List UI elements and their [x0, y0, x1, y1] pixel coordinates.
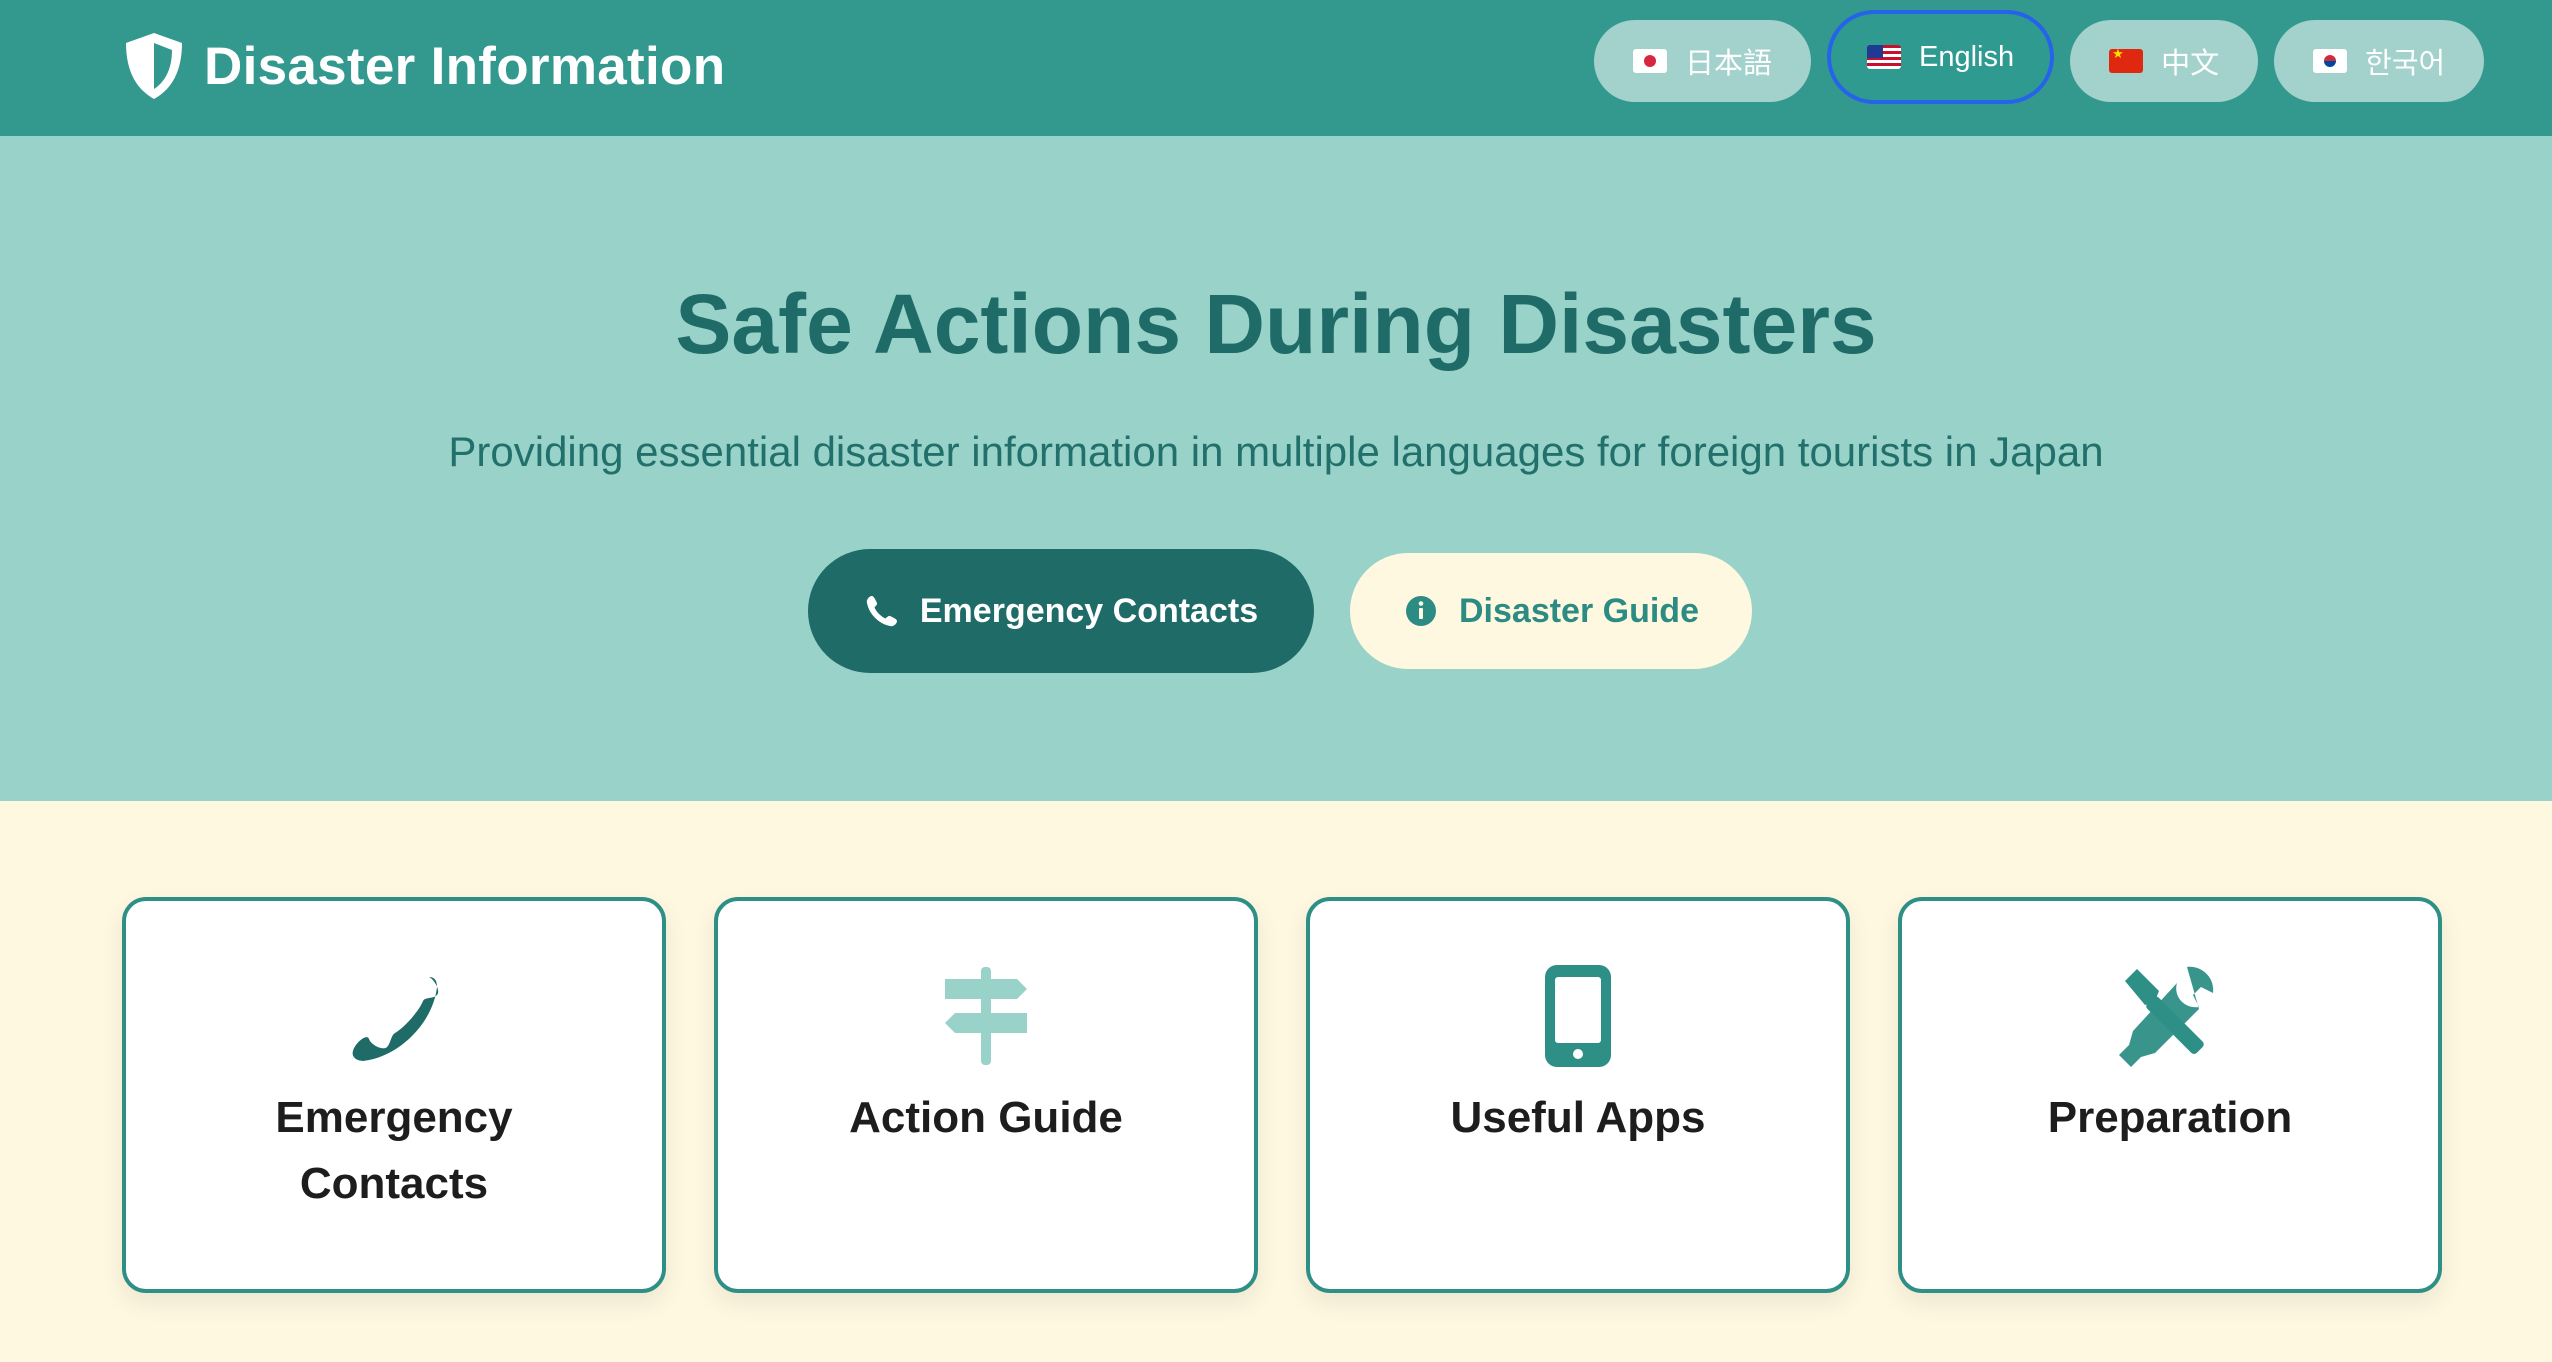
disaster-guide-button[interactable]: Disaster Guide	[1350, 553, 1752, 669]
tools-icon	[2119, 966, 2214, 1067]
card-preparation[interactable]: Preparation	[1898, 897, 2442, 1293]
language-label: English	[1919, 40, 2015, 73]
language-button-korean[interactable]: 한국어	[2274, 20, 2485, 102]
mobile-phone-icon	[1545, 965, 1611, 1067]
phone-icon	[352, 977, 439, 1061]
card-title: Useful Apps	[1450, 1093, 1706, 1142]
language-label: 中文	[2161, 48, 2220, 80]
card-useful-apps[interactable]: Useful Apps	[1306, 897, 1850, 1293]
shield-icon	[126, 33, 182, 99]
china-flag-icon	[2109, 49, 2144, 73]
language-button-japanese[interactable]: 日本語	[1594, 20, 1812, 102]
card-title: Preparation	[2047, 1093, 2293, 1142]
korea-flag-icon	[2313, 49, 2348, 73]
emergency-contacts-button[interactable]: Emergency Contacts	[808, 549, 1314, 673]
brand-title: Disaster Information	[204, 36, 726, 96]
emergency-contacts-button-label: Emergency Contacts	[919, 591, 1259, 630]
card-title: Action Guide	[849, 1093, 1123, 1142]
top-header: Disaster Information 日本語 English 中文 한국어	[0, 0, 2552, 136]
phone-icon	[866, 596, 897, 627]
hero-title: Safe Actions During Disasters	[675, 277, 1877, 371]
language-label: 한국어	[2365, 48, 2446, 80]
language-label: 日本語	[1685, 48, 1773, 80]
signpost-icon	[945, 967, 1027, 1065]
language-button-english[interactable]: English	[1827, 10, 2055, 104]
feature-cards: Emergency Contacts Action Guide Useful A…	[122, 897, 2442, 1293]
card-emergency-contacts[interactable]: Emergency Contacts	[122, 897, 666, 1293]
language-switcher: 日本語 English 中文 한국어	[1594, 10, 2485, 104]
brand[interactable]: Disaster Information	[122, 26, 725, 106]
hero-subtitle: Providing essential disaster information…	[448, 428, 2104, 475]
us-flag-icon	[1867, 45, 1902, 69]
card-action-guide[interactable]: Action Guide	[714, 897, 1258, 1293]
japan-flag-icon	[1633, 49, 1667, 73]
disaster-guide-button-label: Disaster Guide	[1459, 591, 1699, 630]
language-button-chinese[interactable]: 中文	[2070, 20, 2259, 102]
card-title: Emergency Contacts	[275, 1093, 513, 1208]
hero-buttons: Emergency Contacts Disaster Guide	[808, 549, 1752, 673]
info-circle-icon	[1406, 596, 1436, 626]
hero-section: Safe Actions During Disasters Providing …	[0, 136, 2552, 801]
